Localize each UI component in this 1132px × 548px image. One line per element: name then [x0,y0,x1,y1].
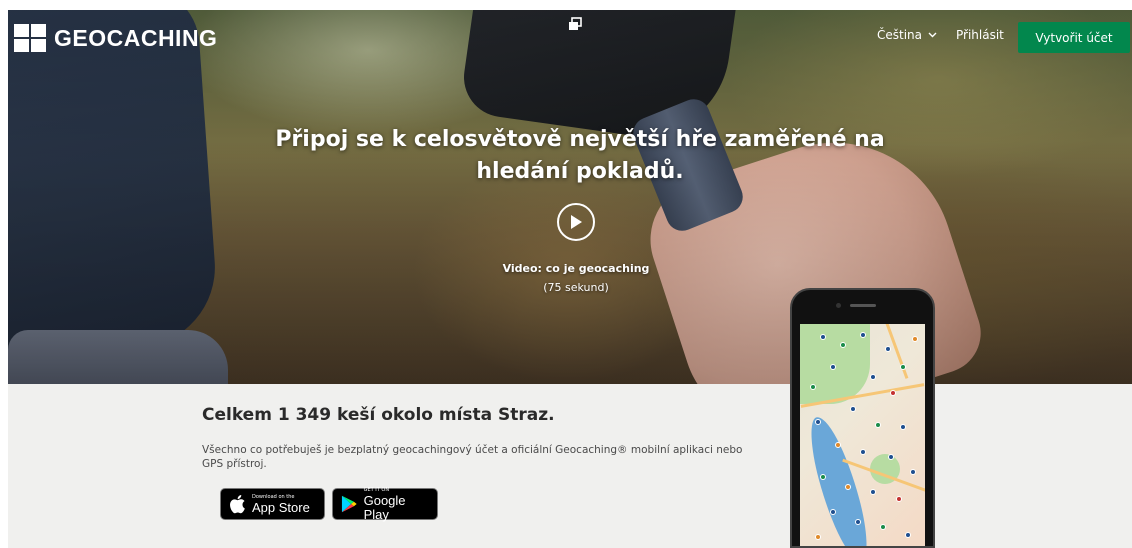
app-store-big-text: App Store [252,499,310,515]
geocaching-logo-icon [14,24,46,52]
phone-mockup [790,288,935,548]
play-icon [571,215,582,229]
google-play-button[interactable]: GET IT ON Google Play [332,487,438,522]
google-play-big-text: Google Play [363,492,406,522]
language-label: Čeština [877,28,923,42]
map-river [803,412,875,546]
signup-button[interactable]: Vytvořit účet [1018,22,1130,53]
hero-banner [8,10,1132,384]
logo-text: GEOCACHING [54,24,218,51]
info-description: Všechno co potřebuješ je bezplatný geoca… [202,444,743,470]
apple-icon [230,495,245,514]
hero-headline: Připoj se k celosvětově největší hře zam… [275,127,885,184]
chevron-down-icon [928,32,937,38]
video-duration: (75 sekund) [543,281,609,294]
app-store-button[interactable]: Download on the App Store [220,488,325,520]
map-screenshot [800,324,925,546]
video-title[interactable]: Video: co je geocaching [476,262,676,275]
geocaching-logo[interactable]: GEOCACHING [14,24,217,52]
play-video-button[interactable] [557,203,595,241]
popout-icon[interactable] [568,17,582,31]
google-play-icon [341,495,357,513]
language-selector[interactable]: Čeština [877,28,937,42]
cache-count-heading: Celkem 1 349 keší okolo místa Straz. [202,405,555,425]
login-link[interactable]: Přihlásit [956,28,1004,42]
